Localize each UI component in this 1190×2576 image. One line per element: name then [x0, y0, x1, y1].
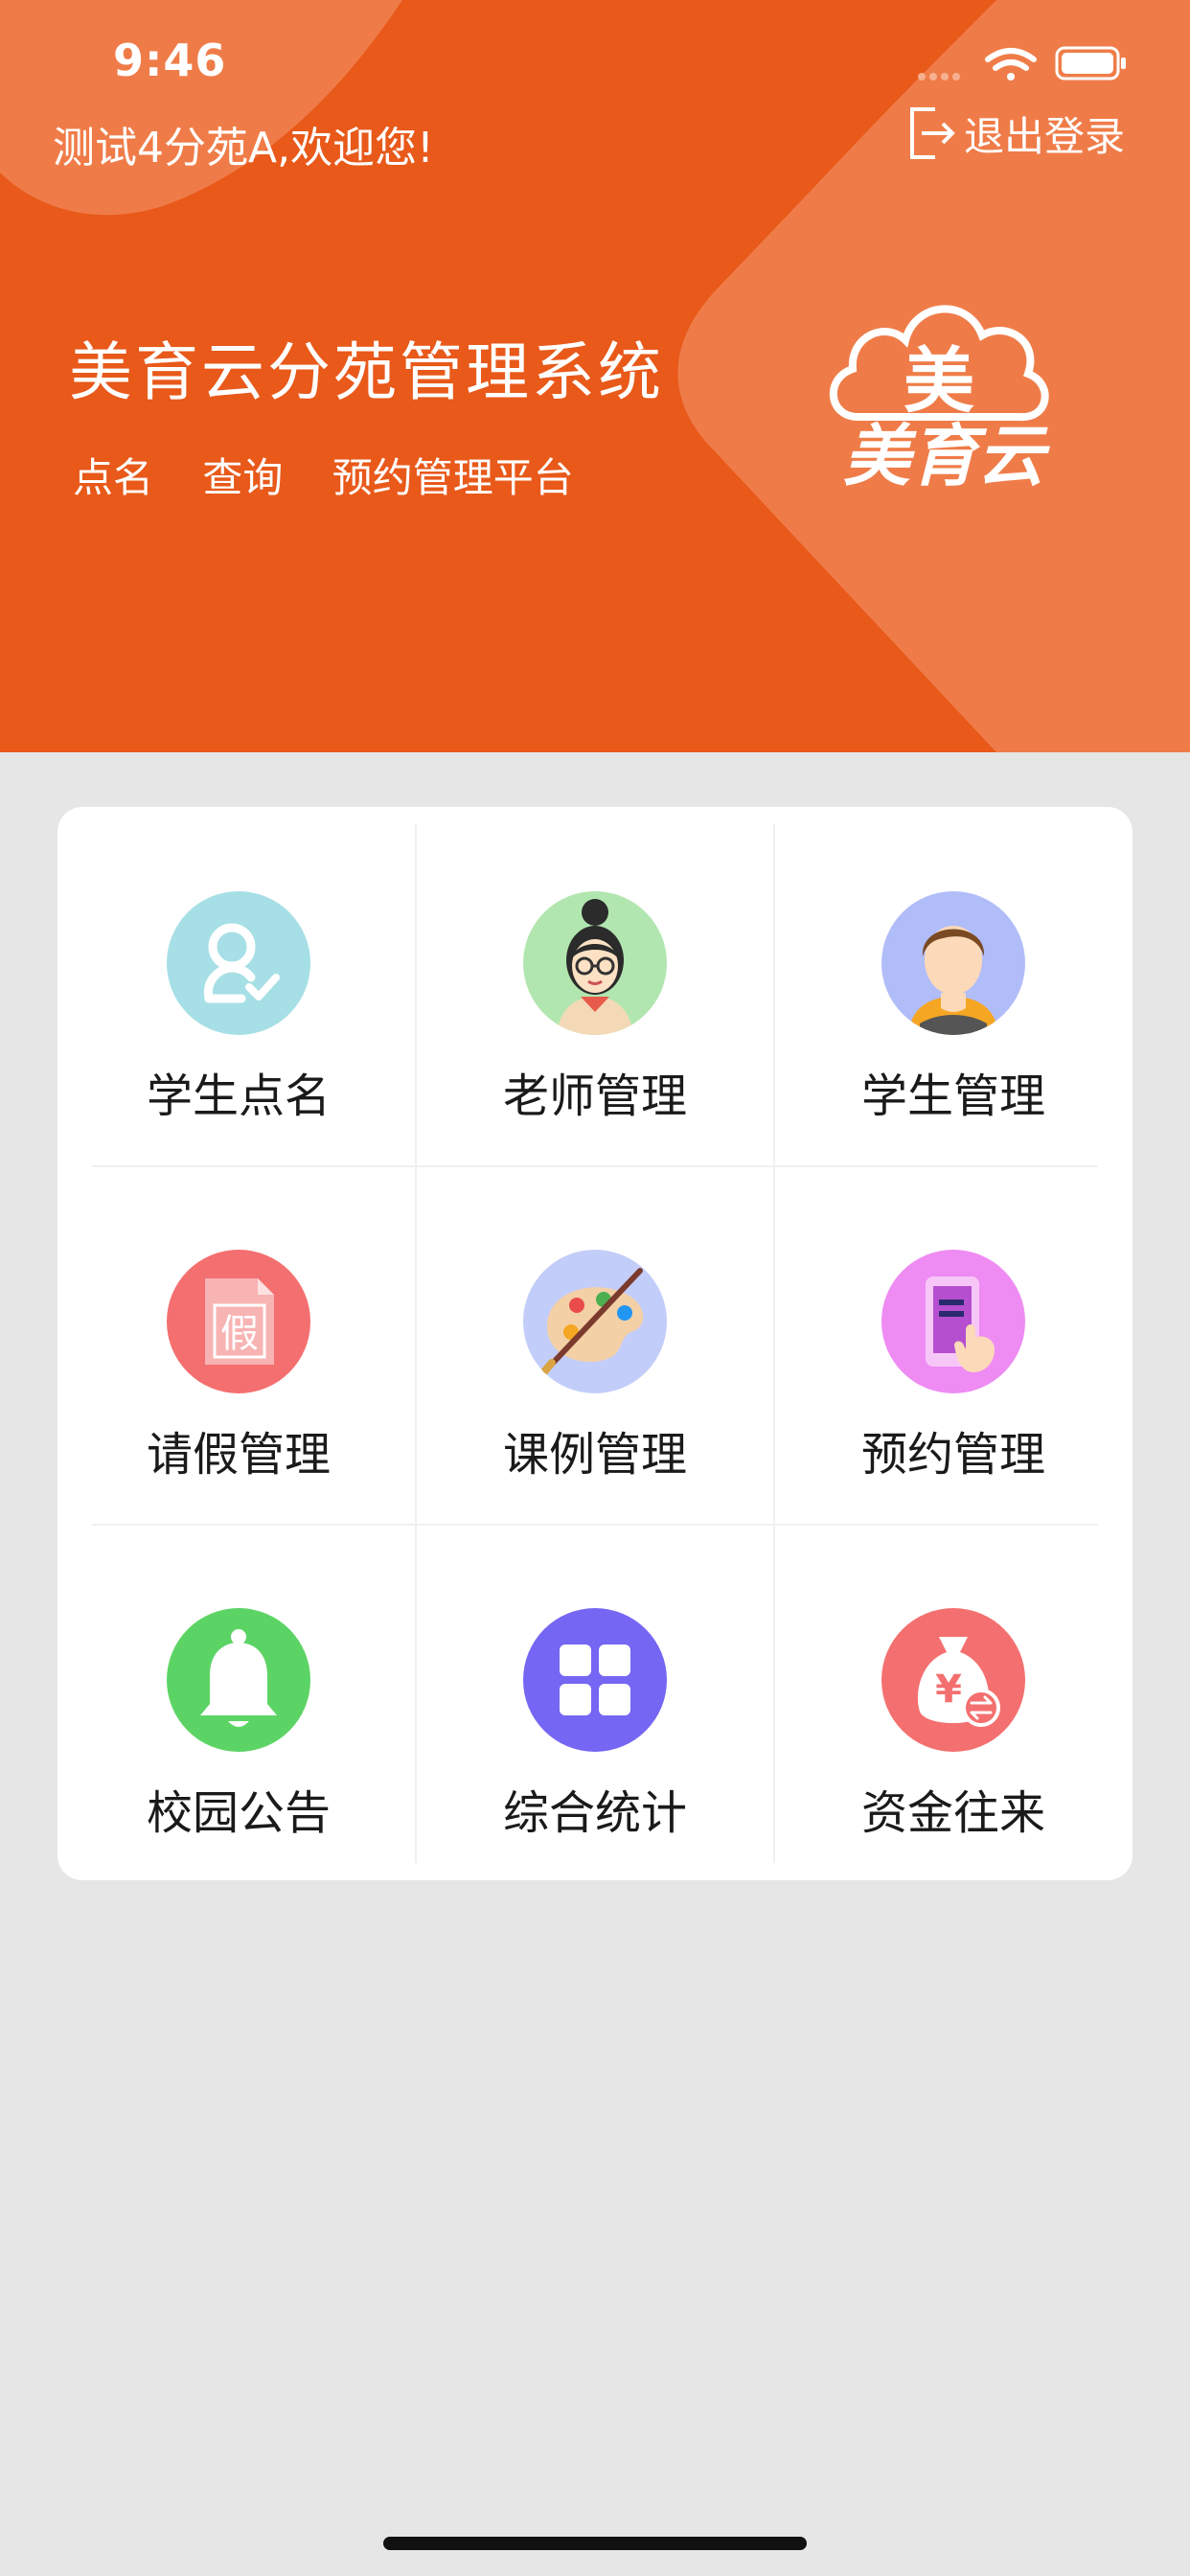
menu-item-student-checkin[interactable]: 学生点名 — [62, 807, 415, 1160]
svg-text:美: 美 — [904, 340, 974, 423]
phone-booking-icon — [881, 1250, 1025, 1393]
home-indicator[interactable] — [383, 2537, 807, 2550]
wifi-icon — [985, 48, 1037, 80]
palette-icon — [523, 1250, 667, 1393]
menu-item-leave-management[interactable]: 假 请假管理 — [62, 1165, 415, 1518]
grid-divider — [415, 824, 417, 1863]
menu-item-label: 课例管理 — [502, 1428, 687, 1482]
welcome-text: 测试4分苑A,欢迎您! — [53, 124, 434, 172]
menu-item-label: 学生管理 — [860, 1070, 1045, 1123]
menu-item-label: 请假管理 — [146, 1428, 331, 1482]
svg-text:假: 假 — [220, 1312, 259, 1356]
grid-stats-icon — [523, 1608, 667, 1752]
subtitle: 点名 查询 预约管理平台 — [73, 446, 610, 504]
menu-item-label: 学生点名 — [146, 1070, 331, 1123]
battery-icon — [1055, 46, 1126, 80]
menu-card: 学生点名 老师管理 学生管理 假 请假管理 课例管理 预约管理 校园公告 综合统… — [57, 807, 1133, 1880]
teacher-avatar-icon — [523, 891, 667, 1035]
logout-label: 退出登录 — [964, 112, 1126, 160]
subtitle-item: 查询 — [202, 454, 284, 501]
status-time: 9:46 — [113, 34, 227, 86]
signal-icon — [918, 73, 960, 80]
menu-item-label: 资金往来 — [860, 1786, 1045, 1840]
logout-icon — [910, 107, 955, 159]
header-banner: 9:46 测试4分苑A,欢迎您! 退出登录 美育云分苑管理系统 点名 查询 预约… — [0, 0, 1190, 752]
menu-item-lesson-management[interactable]: 课例管理 — [419, 1165, 771, 1518]
leave-document-icon: 假 — [167, 1250, 310, 1393]
menu-item-label: 预约管理 — [860, 1428, 1045, 1482]
app-title: 美育云分苑管理系统 — [69, 335, 664, 409]
menu-item-finance[interactable]: ¥ 资金往来 — [777, 1524, 1130, 1876]
menu-item-teacher-management[interactable]: 老师管理 — [419, 807, 771, 1160]
menu-item-student-management[interactable]: 学生管理 — [777, 807, 1130, 1160]
menu-item-booking-management[interactable]: 预约管理 — [777, 1165, 1130, 1518]
logo-text: 美育云 — [843, 417, 1050, 495]
brand-logo: 美 美育云 — [810, 283, 1068, 502]
subtitle-item: 预约管理平台 — [332, 454, 574, 501]
student-avatar-icon — [881, 891, 1025, 1035]
status-icons — [918, 46, 1126, 80]
money-bag-icon: ¥ — [881, 1608, 1025, 1752]
menu-item-label: 综合统计 — [502, 1786, 687, 1840]
menu-item-statistics[interactable]: 综合统计 — [419, 1524, 771, 1876]
subtitle-item: 点名 — [73, 454, 154, 501]
menu-item-campus-notice[interactable]: 校园公告 — [62, 1524, 415, 1876]
bell-icon — [167, 1608, 310, 1752]
menu-item-label: 校园公告 — [146, 1786, 331, 1840]
logout-button[interactable]: 退出登录 — [906, 105, 1125, 161]
svg-text:¥: ¥ — [935, 1668, 962, 1712]
menu-item-label: 老师管理 — [502, 1070, 687, 1123]
grid-divider — [773, 824, 775, 1863]
student-checkin-icon — [167, 891, 310, 1035]
